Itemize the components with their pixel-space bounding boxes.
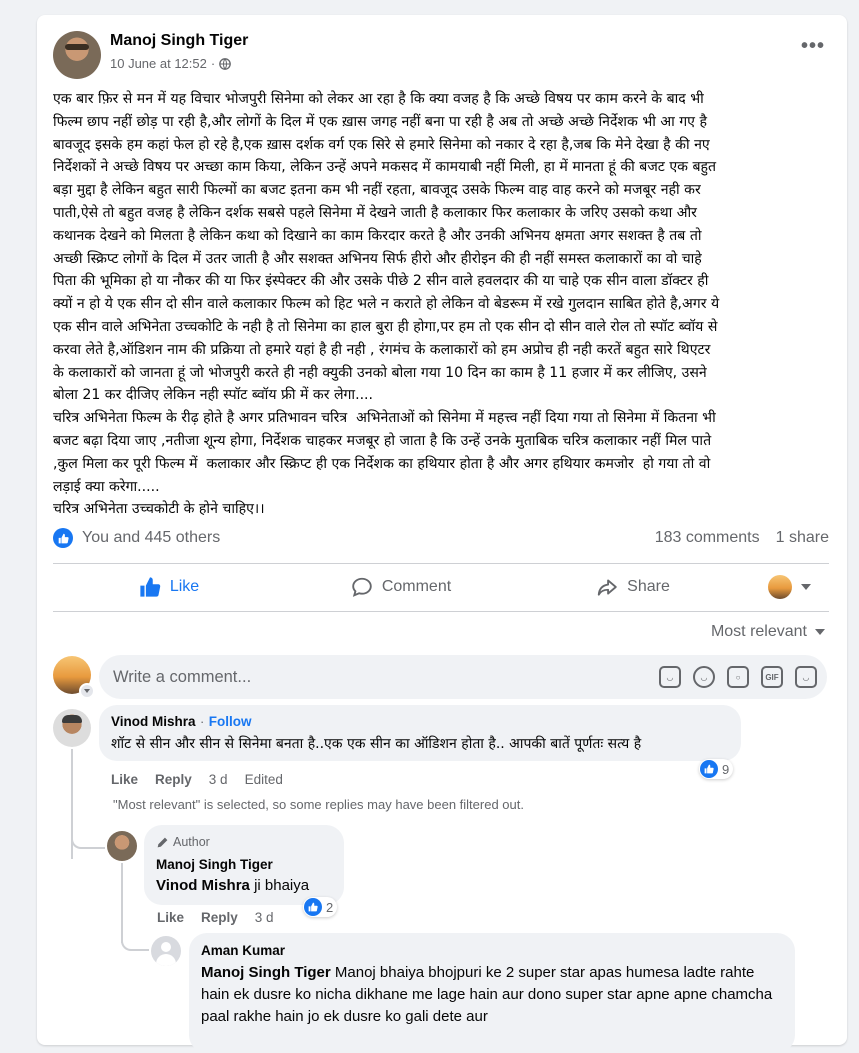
sticker-icon[interactable]: ◡ <box>795 666 817 688</box>
like-label: Like <box>169 578 200 595</box>
thread-line <box>121 863 123 943</box>
thread-connector <box>71 839 105 849</box>
comment-reaction-count[interactable]: 9 <box>699 759 734 779</box>
reaction-summary-text[interactable]: You and 445 others <box>82 529 220 547</box>
reply-reply-button[interactable]: Reply <box>201 910 238 925</box>
edited-label[interactable]: Edited <box>245 772 283 787</box>
chevron-down-icon[interactable] <box>79 683 95 699</box>
avatar-sticker-icon[interactable]: ◡ <box>659 666 681 688</box>
share-icon <box>597 579 617 596</box>
divider <box>53 563 829 564</box>
comment-composer[interactable]: ◡ ◡ ○ GIF ◡ <box>99 655 827 699</box>
emoji-icon[interactable]: ◡ <box>693 666 715 688</box>
commenter-name[interactable]: Vinod Mishra <box>111 714 196 729</box>
comment-like-button[interactable]: Like <box>111 772 138 787</box>
reply-reaction-count[interactable]: 2 <box>303 897 338 917</box>
reply-timestamp[interactable]: 3 d <box>255 910 274 925</box>
post-author-avatar[interactable] <box>53 31 101 79</box>
reply-bubble: Aman Kumar Manoj Singh Tiger Manoj bhaiy… <box>189 933 795 1053</box>
comment-sort-dropdown[interactable]: Most relevant <box>711 623 825 641</box>
like-reaction-icon <box>53 528 73 548</box>
reply-like-button[interactable]: Like <box>157 910 184 925</box>
comment-count[interactable]: 183 comments <box>655 529 760 547</box>
reply-author-name[interactable]: Aman Kumar <box>201 943 783 958</box>
globe-icon <box>219 57 232 70</box>
camera-icon[interactable]: ○ <box>727 666 749 688</box>
post-date[interactable]: 10 June at 12:52 <box>110 56 207 71</box>
name-separator: · <box>199 714 205 729</box>
thread-connector <box>121 939 149 951</box>
post-author-name[interactable]: Manoj Singh Tiger <box>110 32 248 50</box>
comment-text: शॉट से सीन और सीन से सिनेमा बनता है..एक … <box>111 736 642 752</box>
post-action-bar: Like Comment Share <box>53 569 829 605</box>
engagement-counts: 183 comments 1 share <box>655 529 829 547</box>
comment-actions: Like Reply 3 d Edited <box>111 772 283 787</box>
comment-icon <box>352 577 372 597</box>
meta-separator: · <box>210 56 216 71</box>
share-count[interactable]: 1 share <box>776 529 829 547</box>
chevron-down-icon <box>800 584 811 590</box>
reply-author-avatar[interactable] <box>107 831 137 861</box>
thumbs-up-icon <box>140 577 161 597</box>
reply-text: Vinod Mishra ji bhaiya <box>156 875 332 897</box>
reply-body: ji bhaiya <box>249 877 310 894</box>
gif-icon[interactable]: GIF <box>761 666 783 688</box>
like-reaction-icon <box>700 760 718 778</box>
profile-avatar-small <box>767 575 792 599</box>
comment-label: Comment <box>381 578 452 595</box>
reply-bubble: Author Manoj Singh Tiger Vinod Mishra ji… <box>144 825 344 905</box>
reaction-summary[interactable]: You and 445 others <box>53 528 220 548</box>
reply-text: Manoj Singh Tiger Manoj bhaiya bhojpuri … <box>201 962 783 1028</box>
author-badge-label: Author <box>173 835 210 849</box>
reply-author-name[interactable]: Manoj Singh Tiger <box>156 857 332 872</box>
reaction-number: 2 <box>326 899 334 915</box>
mention-link[interactable]: Manoj Singh Tiger <box>201 964 331 981</box>
pencil-icon <box>157 837 168 847</box>
post-body-text: एक बार फ़िर से मन में यह विचार भोजपुरी स… <box>53 91 720 518</box>
reaction-number: 9 <box>722 761 730 777</box>
post-card: Manoj Singh Tiger 10 June at 12:52 · •••… <box>37 15 847 1053</box>
more-options-icon[interactable]: ••• <box>801 35 825 58</box>
share-button[interactable]: Share <box>517 576 749 598</box>
share-label: Share <box>627 578 670 595</box>
reaction-summary-row: You and 445 others 183 comments 1 share <box>53 525 829 551</box>
reply-actions: Like Reply 3 d <box>157 910 274 925</box>
like-reaction-icon <box>304 898 322 916</box>
comment-reply-button[interactable]: Reply <box>155 772 192 787</box>
filter-note: "Most relevant" is selected, so some rep… <box>113 797 524 812</box>
composer-tools: ◡ ◡ ○ GIF ◡ <box>659 666 817 688</box>
comment-bubble: Vinod Mishra · Follow शॉट से सीन और सीन … <box>99 705 741 761</box>
sort-label: Most relevant <box>710 623 807 640</box>
author-badge: Author <box>156 835 332 849</box>
comment-input[interactable] <box>113 667 633 687</box>
follow-button[interactable]: Follow <box>209 714 252 729</box>
comment-timestamp[interactable]: 3 d <box>209 772 228 787</box>
post-meta: 10 June at 12:52 · <box>110 56 232 71</box>
chevron-down-icon <box>815 629 825 635</box>
commenter-avatar[interactable] <box>53 709 91 747</box>
divider <box>53 611 829 612</box>
reaction-audience-selector[interactable] <box>749 575 829 599</box>
comment-button[interactable]: Comment <box>285 576 517 598</box>
reply-author-avatar[interactable] <box>151 936 181 966</box>
like-button[interactable]: Like <box>53 576 285 598</box>
mention-link[interactable]: Vinod Mishra <box>156 877 250 894</box>
